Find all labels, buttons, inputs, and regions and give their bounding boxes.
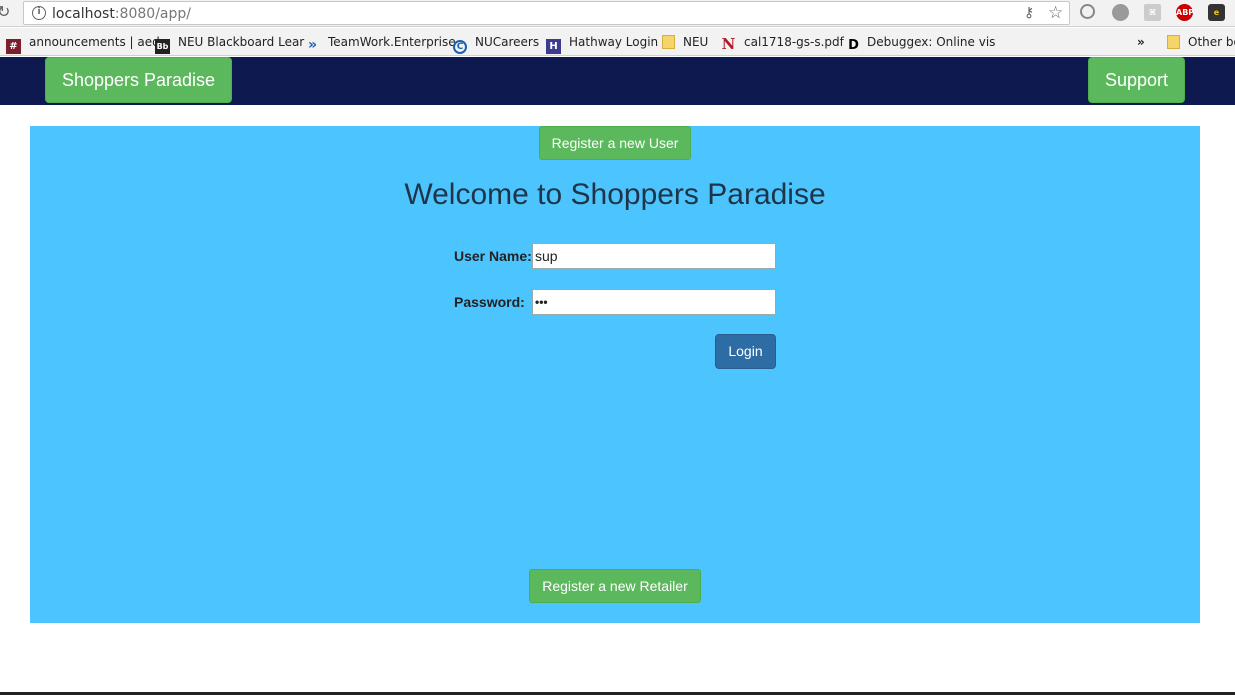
bookmark-item[interactable]: NEU	[662, 33, 708, 51]
username-label: User Name:	[454, 248, 532, 264]
login-button[interactable]: Login	[715, 334, 776, 369]
bookmark-item[interactable]: # announcements | aed	[6, 33, 160, 54]
bookmark-nucareers-icon: C	[453, 40, 467, 54]
bookmark-blackboard-icon: Bb	[155, 39, 170, 54]
bookmark-teamwork-icon: »	[307, 37, 318, 53]
bookmark-hathway-icon: H	[546, 39, 561, 54]
bookmark-slack-icon: #	[6, 39, 21, 54]
reload-icon[interactable]: ↻	[0, 3, 13, 21]
browser-toolbar: ↻ i localhost:8080/app/ ⚷ ☆ ⌘ ABP e	[0, 0, 1235, 27]
star-icon[interactable]: ☆	[1048, 3, 1063, 23]
login-panel: Register a new User Welcome to Shoppers …	[30, 126, 1200, 623]
brand-button[interactable]: Shoppers Paradise	[45, 57, 232, 103]
page-title: Welcome to Shoppers Paradise	[404, 178, 826, 211]
bookmarks-bar: # announcements | aed Bb NEU Blackboard Le…	[0, 28, 1235, 56]
url-text[interactable]: localhost:8080/app/	[52, 6, 191, 22]
info-icon[interactable]: i	[32, 6, 46, 20]
register-retailer-button[interactable]: Register a new Retailer	[529, 569, 701, 603]
extension-bubble-icon[interactable]	[1112, 4, 1129, 21]
bookmarks-overflow-button[interactable]: »	[1137, 33, 1145, 51]
bookmark-item[interactable]: H Hathway Login	[546, 33, 658, 54]
register-user-button[interactable]: Register a new User	[539, 126, 691, 160]
bookmark-debuggex-icon: D	[848, 38, 859, 53]
bookmark-item[interactable]: Bb NEU Blackboard Lear	[155, 33, 304, 54]
app-navbar: Shoppers Paradise Support	[0, 57, 1235, 105]
bookmark-item[interactable]: D Debuggex: Online vis	[846, 33, 995, 53]
extension-refresh-icon[interactable]	[1080, 4, 1095, 19]
bookmark-item[interactable]: C NUCareers	[453, 33, 539, 54]
password-input[interactable]: •••	[532, 289, 776, 315]
username-input[interactable]: sup	[532, 243, 776, 269]
address-bar[interactable]: i localhost:8080/app/ ⚷ ☆	[23, 1, 1070, 25]
extension-badge-icon[interactable]: e	[1208, 4, 1225, 21]
extension-pdf-icon[interactable]: ⌘	[1144, 4, 1161, 21]
folder-icon	[1167, 35, 1180, 49]
other-bookmarks[interactable]: Other bo	[1167, 33, 1235, 51]
password-label: Password:	[454, 294, 525, 310]
bookmark-item[interactable]: » TeamWork.Enterprise	[305, 33, 456, 53]
bookmark-neu-icon: N	[721, 35, 736, 53]
support-button[interactable]: Support	[1088, 57, 1185, 103]
bookmark-item[interactable]: Ncal1718-gs-s.pdf	[721, 33, 844, 53]
key-icon[interactable]: ⚷	[1024, 5, 1034, 21]
adblock-icon[interactable]: ABP	[1176, 4, 1194, 21]
folder-icon	[662, 35, 675, 49]
